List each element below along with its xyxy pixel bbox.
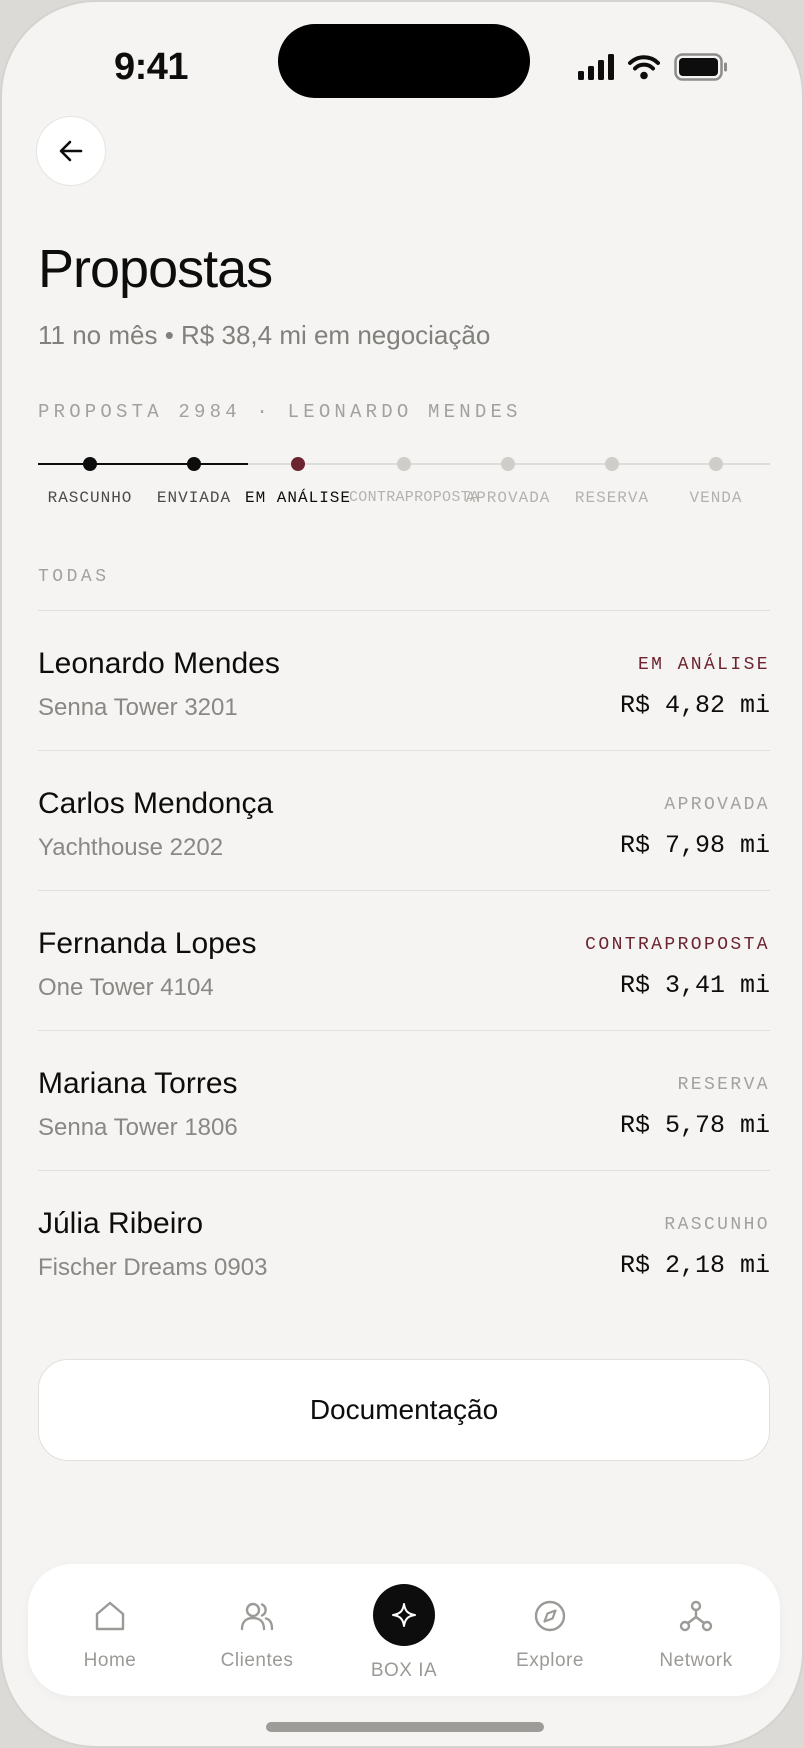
users-icon: [240, 1602, 274, 1631]
home-icon: [95, 1601, 125, 1631]
compass-icon: [534, 1600, 566, 1632]
signal-icon: [578, 54, 614, 80]
tab-label: BOX IA: [370, 1660, 438, 1681]
step-label: RASCUNHO: [47, 489, 133, 507]
step-label: APROVADA: [465, 489, 551, 507]
client-name: Carlos Mendonça: [38, 787, 274, 820]
tab-clientes[interactable]: Clientes: [187, 1564, 327, 1672]
step-dot: [83, 457, 97, 471]
proposal-row[interactable]: Leonardo Mendes Senna Tower 3201 EM ANÁL…: [38, 611, 770, 751]
tab-bar: Home Clientes BOX IA Explore Network: [28, 1564, 780, 1696]
step-label: EM ANÁLISE: [244, 489, 351, 507]
step-label: CONTRAPROPOSTA: [349, 489, 480, 506]
proposal-row[interactable]: Carlos Mendonça Yachthouse 2202 APROVADA…: [38, 751, 770, 891]
proposal-price: R$ 2,18 mi: [619, 1251, 770, 1280]
status-badge: EM ANÁLISE: [637, 655, 770, 675]
step-dot: [291, 457, 305, 471]
proposal-list: Leonardo Mendes Senna Tower 3201 EM ANÁL…: [38, 610, 770, 1311]
tab-label: Home: [83, 1650, 137, 1671]
home-indicator: [266, 1722, 544, 1732]
sparkle-icon: [392, 1603, 416, 1627]
step-contraproposta[interactable]: CONTRAPROPOSTA: [349, 442, 480, 506]
property-unit: Fischer Dreams 0903: [38, 1254, 268, 1281]
step-label: VENDA: [689, 489, 743, 507]
property-unit: One Tower 4104: [38, 974, 214, 1001]
step-label: RESERVA: [574, 489, 650, 507]
client-name: Mariana Torres: [38, 1067, 238, 1100]
tab-label: Network: [659, 1650, 733, 1671]
proposal-price: R$ 3,41 mi: [619, 971, 770, 1000]
step-dot: [397, 457, 411, 471]
proposal-row[interactable]: Fernanda Lopes One Tower 4104 CONTRAPROP…: [38, 891, 770, 1031]
step-enviada[interactable]: ENVIADA: [139, 442, 249, 507]
client-name: Fernanda Lopes: [38, 927, 257, 960]
tab-box-ia[interactable]: BOX IA: [334, 1564, 474, 1682]
proposal-price: R$ 5,78 mi: [619, 1111, 770, 1140]
box-ia-button: [373, 1584, 435, 1646]
status-badge: CONTRAPROPOSTA: [585, 935, 770, 955]
status-time: 9:41: [114, 46, 189, 88]
property-unit: Senna Tower 1806: [38, 1114, 238, 1141]
tab-explore[interactable]: Explore: [480, 1564, 620, 1672]
page-title: Propostas: [38, 239, 273, 299]
back-button[interactable]: [36, 116, 106, 186]
dynamic-island: [278, 24, 530, 98]
step-venda[interactable]: VENDA: [661, 442, 771, 507]
status-badge: RASCUNHO: [664, 1215, 770, 1235]
section-label: TODAS: [38, 567, 110, 587]
proposal-reference: PROPOSTA 2984 · LEONARDO MENDES: [38, 401, 522, 423]
wifi-icon: [628, 55, 660, 80]
phone-screen: 9:41 Propostas 11 no mês • R$ 38,4 mi em…: [0, 0, 804, 1748]
step-dot: [605, 457, 619, 471]
tab-network[interactable]: Network: [626, 1564, 766, 1672]
step-rascunho[interactable]: RASCUNHO: [35, 442, 145, 507]
status-badge: APROVADA: [664, 795, 770, 815]
documentation-button[interactable]: Documentação: [38, 1359, 770, 1461]
page-subtitle: 11 no mês • R$ 38,4 mi em negociação: [38, 320, 491, 350]
status-stepper: RASCUNHO ENVIADA EM ANÁLISE CONTRAPROPOS…: [38, 442, 770, 522]
battery-icon: [674, 53, 727, 81]
tab-label: Explore: [516, 1650, 584, 1671]
proposal-row[interactable]: Mariana Torres Senna Tower 1806 RESERVA …: [38, 1031, 770, 1171]
tab-home[interactable]: Home: [40, 1564, 180, 1672]
proposal-price: R$ 7,98 mi: [619, 831, 770, 860]
property-unit: Yachthouse 2202: [38, 834, 224, 861]
client-name: Leonardo Mendes: [38, 647, 280, 680]
step-em-analise[interactable]: EM ANÁLISE: [243, 442, 353, 507]
step-label: ENVIADA: [156, 489, 232, 507]
step-dot: [501, 457, 515, 471]
proposal-row[interactable]: Júlia Ribeiro Fischer Dreams 0903 RASCUN…: [38, 1171, 770, 1311]
step-dot: [709, 457, 723, 471]
status-icons: [578, 50, 728, 84]
step-reserva[interactable]: RESERVA: [557, 442, 667, 507]
step-dot: [187, 457, 201, 471]
network-icon: [679, 1600, 713, 1632]
property-unit: Senna Tower 3201: [38, 694, 238, 721]
back-arrow-icon: [59, 140, 83, 162]
proposal-price: R$ 4,82 mi: [619, 691, 770, 720]
tab-label: Clientes: [220, 1650, 294, 1671]
status-badge: RESERVA: [677, 1075, 770, 1095]
client-name: Júlia Ribeiro: [38, 1207, 204, 1240]
step-aprovada[interactable]: APROVADA: [453, 442, 563, 507]
